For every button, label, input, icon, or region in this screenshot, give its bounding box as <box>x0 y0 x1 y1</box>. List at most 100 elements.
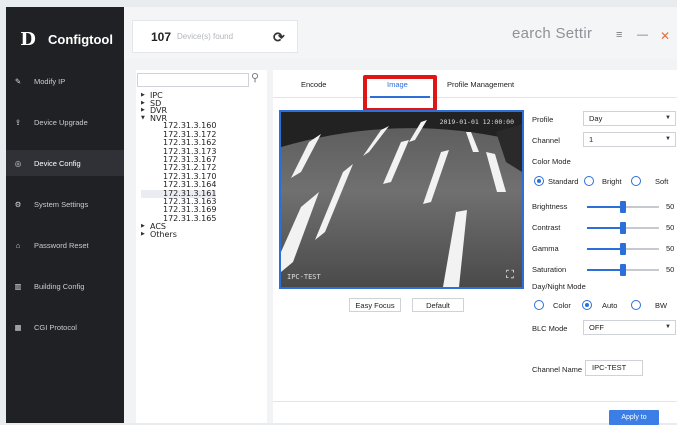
caret-right-icon[interactable]: ▶ <box>141 107 150 115</box>
channel-name-label: Channel Name <box>532 365 583 374</box>
tab-encode[interactable]: Encode <box>301 80 326 89</box>
caret-right-icon[interactable]: ▶ <box>141 92 150 100</box>
caret-right-icon[interactable]: ▶ <box>141 231 150 239</box>
filter-icon[interactable]: ≡ <box>616 29 622 41</box>
sidebar-item-password-reset[interactable]: ⌂ Password Reset <box>6 232 124 258</box>
sidebar-item-label: Password Reset <box>34 240 89 250</box>
sidebar: D Configtool ✎ Modify IP ⇪ Device Upgrade ◎ D… <box>6 7 124 423</box>
config-panel: Encode Image Profile Management 2019-01-… <box>273 70 677 425</box>
preview-channel-overlay: IPC-TEST <box>287 273 321 281</box>
channel-name-input[interactable]: IPC-TEST <box>585 360 643 376</box>
tree-search-input[interactable] <box>137 73 249 87</box>
grid-icon: ▦ <box>14 322 22 332</box>
sidebar-item-system-settings[interactable]: ⚙ System Settings <box>6 191 124 217</box>
slider-fill <box>587 206 623 208</box>
radio-auto[interactable] <box>582 300 592 310</box>
radio-standard[interactable] <box>534 176 544 186</box>
slider-fill <box>587 269 623 271</box>
slider-value: 50 <box>666 244 675 253</box>
profile-select[interactable]: Day ▼ <box>583 111 676 126</box>
slider-label-saturation: Saturation <box>532 265 567 274</box>
blc-mode-value: OFF <box>589 323 604 332</box>
radio-color[interactable] <box>534 300 544 310</box>
caret-right-icon[interactable]: ▶ <box>141 223 150 231</box>
refresh-icon[interactable]: ⟳ <box>273 29 285 46</box>
color-mode-label: Color Mode <box>532 157 571 166</box>
tab-profile-management[interactable]: Profile Management <box>447 80 514 89</box>
caret-down-icon[interactable]: ▼ <box>141 115 150 123</box>
tree-node-others[interactable]: ▶ Others <box>141 229 216 239</box>
slider-handle[interactable] <box>620 222 626 234</box>
slider-label-contrast: Contrast <box>532 223 561 232</box>
fullscreen-icon[interactable]: ⛶ <box>504 269 516 281</box>
sidebar-item-label: Modify IP <box>34 76 66 86</box>
caret-right-icon[interactable]: ▶ <box>141 100 150 108</box>
slider-saturation[interactable] <box>587 264 659 276</box>
camera-image <box>281 112 522 287</box>
preview-timestamp: 2019-01-01 12:00:00 <box>439 118 514 126</box>
config-tabs: Encode Image Profile Management <box>273 70 677 98</box>
slider-fill <box>587 248 623 250</box>
profile-label: Profile <box>532 115 554 124</box>
slider-label-gamma: Gamma <box>532 244 559 253</box>
slider-value: 50 <box>666 265 675 274</box>
top-bar: 107 Device(s) found ⟳ earch Settir ≡ — ✕ <box>124 7 677 59</box>
slider-brightness[interactable] <box>587 201 659 213</box>
search-settings-input[interactable]: earch Settir <box>512 25 600 47</box>
easy-focus-button[interactable]: Easy Focus <box>349 298 401 312</box>
sidebar-item-building-config[interactable]: ▥ Building Config <box>6 273 124 299</box>
slider-handle[interactable] <box>620 243 626 255</box>
chevron-down-icon: ▼ <box>665 115 671 121</box>
sidebar-item-device-config[interactable]: ◎ Device Config <box>6 150 124 176</box>
radio-color-label: Color <box>553 301 571 310</box>
channel-value: 1 <box>589 135 594 144</box>
app-title: Configtool <box>48 31 113 47</box>
tree-node-label: Others <box>150 229 177 239</box>
channel-label: Channel <box>532 136 560 145</box>
radio-auto-label: Auto <box>602 301 618 310</box>
sidebar-item-cgi-protocol[interactable]: ▦ CGI Protocol <box>6 314 124 340</box>
radio-soft[interactable] <box>631 176 641 186</box>
chevron-down-icon: ▼ <box>665 136 671 142</box>
logo-icon: D <box>20 28 36 50</box>
blc-mode-label: BLC Mode <box>532 324 568 333</box>
search-icon[interactable]: ⚲ <box>251 71 259 84</box>
slider-fill <box>587 227 623 229</box>
radio-bw-label: BW <box>655 301 668 310</box>
radio-bw[interactable] <box>631 300 641 310</box>
slider-handle[interactable] <box>620 201 626 213</box>
day-night-label: Day/Night Mode <box>532 282 586 291</box>
footer-divider <box>273 401 677 402</box>
gear-icon: ⚙ <box>14 199 22 209</box>
radio-bright[interactable] <box>584 176 594 186</box>
device-count: 107 <box>151 29 172 44</box>
radio-standard-label: Standard <box>548 177 579 186</box>
slider-handle[interactable] <box>620 264 626 276</box>
video-preview: 2019-01-01 12:00:00 IPC-TEST ⛶ <box>279 110 524 289</box>
default-button[interactable]: Default <box>412 298 464 312</box>
sidebar-item-label: Building Config <box>34 281 85 291</box>
slider-value: 50 <box>666 223 675 232</box>
minimize-button[interactable]: — <box>637 29 648 41</box>
device-count-label: Device(s) found <box>177 32 234 41</box>
edit-icon: ✎ <box>14 76 22 86</box>
device-tree: ▶ IPC ▶ SD ▶ DVR ▼ NVR 172.31.3.160 172.31.3.172 1… <box>141 92 217 239</box>
close-button[interactable]: ✕ <box>660 29 670 43</box>
slider-value: 50 <box>666 202 675 211</box>
channel-select[interactable]: 1 ▼ <box>583 132 676 147</box>
chevron-down-icon: ▼ <box>665 324 671 330</box>
highlight-annotation <box>363 75 437 112</box>
upgrade-icon: ⇪ <box>14 117 22 127</box>
slider-contrast[interactable] <box>587 222 659 234</box>
radio-bright-label: Bright <box>602 177 622 186</box>
slider-label-brightness: Brightness <box>532 202 568 211</box>
app-logo: D Configtool <box>16 27 113 51</box>
radio-soft-label: Soft <box>655 177 669 186</box>
device-tree-panel: ⚲ ▶ IPC ▶ SD ▶ DVR ▼ NVR 172.31.3.160 172.31.3.17… <box>136 70 267 423</box>
slider-gamma[interactable] <box>587 243 659 255</box>
building-icon: ▥ <box>14 281 22 291</box>
sidebar-item-label: CGI Protocol <box>34 322 77 332</box>
blc-mode-select[interactable]: OFF ▼ <box>583 320 676 335</box>
sidebar-item-modify-ip[interactable]: ✎ Modify IP <box>6 68 124 94</box>
sidebar-item-device-upgrade[interactable]: ⇪ Device Upgrade <box>6 109 124 135</box>
